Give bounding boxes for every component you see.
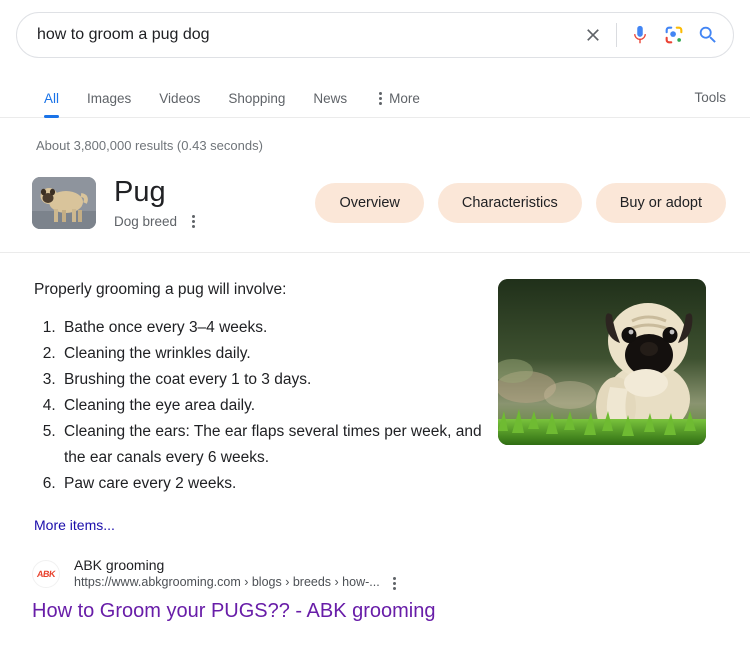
- search-box[interactable]: [16, 12, 734, 58]
- knowledge-panel-menu-icon[interactable]: [189, 213, 198, 230]
- pill-buy-or-adopt[interactable]: Buy or adopt: [595, 182, 726, 223]
- featured-snippet-text: Properly grooming a pug will involve: Ba…: [34, 279, 486, 533]
- knowledge-panel-subtitle: Dog breed: [114, 214, 178, 229]
- tab-shopping[interactable]: Shopping: [214, 91, 299, 118]
- tab-all[interactable]: All: [36, 91, 73, 118]
- list-item: Cleaning the ears: The ear flaps several…: [60, 419, 486, 471]
- result-menu-icon[interactable]: [390, 575, 399, 592]
- google-lens-icon[interactable]: [657, 18, 691, 52]
- search-bar-container: [0, 0, 750, 58]
- tools-button[interactable]: Tools: [694, 90, 726, 117]
- tab-videos[interactable]: Videos: [145, 91, 214, 118]
- snippet-lead-text: Properly grooming a pug will involve:: [34, 281, 287, 298]
- more-items-link[interactable]: More items...: [34, 517, 486, 533]
- list-item: Paw care every 2 weeks.: [60, 471, 486, 497]
- pill-characteristics[interactable]: Characteristics: [437, 182, 582, 223]
- result-title-link[interactable]: How to Groom your PUGS?? - ABK grooming: [32, 598, 726, 624]
- featured-snippet: Properly grooming a pug will involve: Ba…: [0, 253, 750, 533]
- snippet-list: Bathe once every 3–4 weeks. Cleaning the…: [34, 315, 486, 497]
- tab-news[interactable]: News: [299, 91, 361, 118]
- close-icon[interactable]: [576, 18, 610, 52]
- tab-more[interactable]: More: [361, 90, 420, 118]
- knowledge-panel-pills: Overview Characteristics Buy or adopt: [315, 182, 726, 223]
- search-icon[interactable]: [691, 18, 725, 52]
- more-dots-icon: [379, 91, 383, 105]
- tab-list: All Images Videos Shopping News More: [36, 90, 420, 118]
- tab-images[interactable]: Images: [73, 91, 145, 118]
- list-item: Cleaning the wrinkles daily.: [60, 341, 486, 367]
- result-stats: About 3,800,000 results (0.43 seconds): [36, 138, 263, 153]
- pug-in-grass-image[interactable]: [498, 279, 706, 445]
- featured-snippet-image-wrap: [486, 279, 706, 533]
- search-input[interactable]: [37, 26, 576, 44]
- page-title: Pug: [114, 176, 166, 208]
- result-url: https://www.abkgrooming.com › blogs › br…: [74, 575, 380, 590]
- list-item: Cleaning the eye area daily.: [60, 393, 486, 419]
- result-header: ABK ABK grooming https://www.abkgrooming…: [32, 557, 726, 592]
- tab-more-label: More: [389, 90, 420, 106]
- list-item: Brushing the coat every 1 to 3 days.: [60, 367, 486, 393]
- result-source: ABK grooming https://www.abkgrooming.com…: [74, 557, 399, 592]
- knowledge-panel: Pug Dog breed Overview Characteristics B…: [0, 153, 750, 230]
- knowledge-panel-text: Pug Dog breed: [114, 175, 198, 230]
- result-url-row: https://www.abkgrooming.com › blogs › br…: [74, 575, 399, 592]
- result-source-name: ABK grooming: [74, 557, 165, 573]
- microphone-icon[interactable]: [623, 18, 657, 52]
- list-item: Bathe once every 3–4 weeks.: [60, 315, 486, 341]
- search-nav-tabs: All Images Videos Shopping News More Too…: [0, 72, 750, 118]
- knowledge-panel-subtitle-row: Dog breed: [114, 213, 198, 230]
- favicon-label: ABK: [36, 569, 56, 580]
- abk-favicon-icon: ABK: [32, 560, 60, 589]
- search-divider: [616, 23, 617, 47]
- pug-thumbnail-image[interactable]: [32, 176, 96, 229]
- search-result: ABK ABK grooming https://www.abkgrooming…: [0, 533, 750, 624]
- pill-overview[interactable]: Overview: [315, 182, 424, 223]
